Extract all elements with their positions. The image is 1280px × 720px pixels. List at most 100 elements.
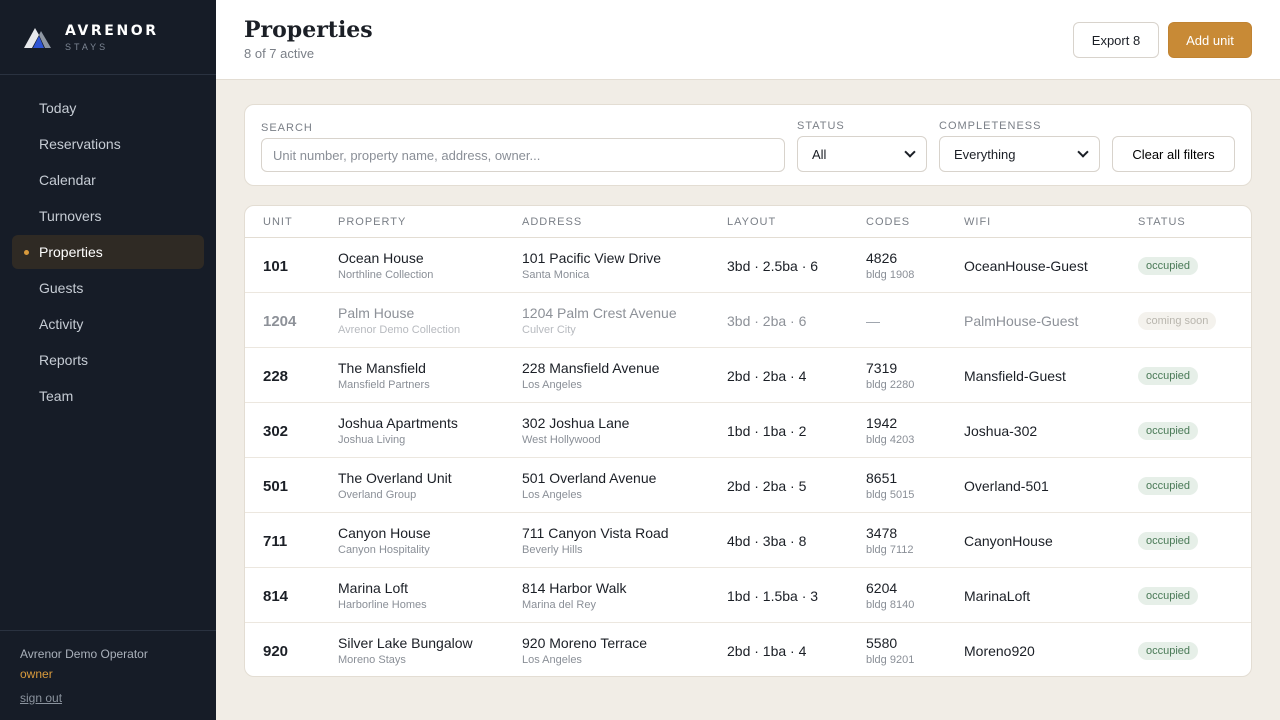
property-name: The Mansfield [338, 360, 426, 376]
property-collection: Harborline Homes [338, 599, 427, 611]
city: Beverly Hills [522, 544, 583, 556]
sidebar-nav: Today Reservations Calendar Turnovers Pr… [0, 75, 216, 413]
sidebar-item-calendar[interactable]: Calendar [12, 163, 204, 197]
access-code: 5580 [866, 635, 898, 651]
table-row[interactable]: 302 Joshua Apartments Joshua Living 302 … [245, 403, 1251, 458]
completeness-filter-label: COMPLETENESS [939, 120, 1042, 132]
brand[interactable]: AVRENOR STAYS [0, 0, 216, 75]
address: 711 Canyon Vista Road [522, 525, 669, 541]
city: Los Angeles [522, 379, 582, 391]
table-row[interactable]: 814 Marina Loft Harborline Homes 814 Har… [245, 568, 1251, 623]
add-unit-button[interactable]: Add unit [1168, 22, 1252, 58]
status-badge: occupied [1138, 587, 1199, 605]
status-select[interactable]: All [797, 136, 927, 172]
operator-role: owner [20, 667, 53, 681]
column-header-codes[interactable]: CODES [866, 216, 910, 228]
wifi-name: OceanHouse-Guest [964, 258, 1088, 274]
sidebar-item-label: Reports [39, 352, 89, 368]
unit-number: 302 [263, 423, 289, 440]
city: Santa Monica [522, 269, 590, 281]
sidebar-item-label: Team [39, 388, 74, 404]
wifi-name: Mansfield-Guest [964, 368, 1066, 384]
column-header-status[interactable]: STATUS [1138, 216, 1186, 228]
sidebar-item-today[interactable]: Today [12, 91, 204, 125]
main-content: Properties 8 of 7 active Export 8 Add un… [216, 0, 1280, 720]
active-dot-icon [24, 250, 29, 255]
wifi-name: PalmHouse-Guest [964, 313, 1079, 329]
brand-subtitle: STAYS [65, 41, 109, 52]
layout: 3bd · 2ba · 6 [727, 313, 807, 329]
table-row[interactable]: 711 Canyon House Canyon Hospitality 711 … [245, 513, 1251, 568]
property-collection: Avrenor Demo Collection [338, 324, 461, 336]
unit-number: 814 [263, 588, 289, 605]
address: 920 Moreno Terrace [522, 635, 648, 651]
column-header-wifi[interactable]: WIFI [964, 216, 991, 228]
column-header-layout[interactable]: LAYOUT [727, 216, 776, 228]
unit-number: 1204 [263, 313, 297, 330]
brand-name: AVRENOR [65, 22, 159, 39]
account-panel: Avrenor Demo Operator owner sign out [0, 630, 216, 720]
city: West Hollywood [522, 434, 601, 446]
access-code: 1942 [866, 415, 898, 431]
property-collection: Northline Collection [338, 269, 434, 281]
status-badge: occupied [1138, 532, 1199, 550]
page-header: Properties 8 of 7 active Export 8 Add un… [216, 0, 1280, 80]
access-code: 8651 [866, 470, 898, 486]
access-code: 7319 [866, 360, 898, 376]
address: 302 Joshua Lane [522, 415, 630, 431]
status-select-value: All [812, 146, 827, 162]
status-badge: occupied [1138, 642, 1199, 660]
table-row[interactable]: 501 The Overland Unit Overland Group 501… [245, 458, 1251, 513]
city: Culver City [522, 324, 576, 336]
table-row[interactable]: 1204 Palm House Avrenor Demo Collection … [245, 293, 1251, 348]
sidebar-item-properties[interactable]: Properties [12, 235, 204, 269]
sidebar-item-turnovers[interactable]: Turnovers [12, 199, 204, 233]
unit-number: 228 [263, 368, 289, 385]
layout: 3bd · 2.5ba · 6 [727, 258, 819, 274]
sidebar-item-reservations[interactable]: Reservations [12, 127, 204, 161]
column-header-property[interactable]: PROPERTY [338, 216, 406, 228]
sidebar-item-team[interactable]: Team [12, 379, 204, 413]
building-code: bldg 4203 [866, 434, 915, 446]
property-collection: Joshua Living [338, 434, 406, 446]
property-name: Palm House [338, 305, 415, 321]
sidebar-item-guests[interactable]: Guests [12, 271, 204, 305]
operator-name: Avrenor Demo Operator [20, 647, 148, 661]
export-button[interactable]: Export 8 [1073, 22, 1159, 58]
access-code: — [866, 313, 880, 329]
city: Los Angeles [522, 654, 582, 666]
access-code: 4826 [866, 250, 898, 266]
address: 814 Harbor Walk [522, 580, 627, 596]
status-badge: coming soon [1138, 312, 1217, 330]
wifi-name: CanyonHouse [964, 533, 1053, 549]
unit-number: 711 [263, 533, 288, 550]
status-badge: occupied [1138, 257, 1199, 275]
sidebar-item-label: Calendar [39, 172, 96, 188]
table-row[interactable]: 920 Silver Lake Bungalow Moreno Stays 92… [245, 623, 1251, 676]
layout: 1bd · 1.5ba · 3 [727, 588, 819, 604]
property-collection: Moreno Stays [338, 654, 406, 666]
wifi-name: Overland-501 [964, 478, 1049, 494]
layout: 2bd · 2ba · 5 [727, 478, 807, 494]
search-input[interactable] [261, 138, 785, 172]
clear-filters-button[interactable]: Clear all filters [1112, 136, 1235, 172]
properties-table: UNIT PROPERTY ADDRESS LAYOUT CODES WIFI … [244, 205, 1252, 677]
search-label: SEARCH [261, 122, 313, 134]
access-code: 3478 [866, 525, 898, 541]
table-row[interactable]: 228 The Mansfield Mansfield Partners 228… [245, 348, 1251, 403]
wifi-name: Joshua-302 [964, 423, 1038, 439]
completeness-select[interactable]: Everything [939, 136, 1100, 172]
sidebar-item-label: Guests [39, 280, 84, 296]
column-header-address[interactable]: ADDRESS [522, 216, 582, 228]
column-header-unit[interactable]: UNIT [263, 216, 293, 228]
unit-number: 101 [263, 258, 289, 275]
sidebar-item-activity[interactable]: Activity [12, 307, 204, 341]
sidebar-item-reports[interactable]: Reports [12, 343, 204, 377]
wifi-name: MarinaLoft [964, 588, 1031, 604]
status-filter-label: STATUS [797, 120, 845, 132]
layout: 2bd · 1ba · 4 [727, 643, 807, 659]
sidebar: AVRENOR STAYS Today Reservations Calenda… [0, 0, 216, 720]
table-row[interactable]: 101 Ocean House Northline Collection 101… [245, 238, 1251, 293]
sign-out-link[interactable]: sign out [20, 691, 62, 705]
filter-panel: SEARCH STATUS All COMPLETENESS Everythin… [244, 104, 1252, 186]
